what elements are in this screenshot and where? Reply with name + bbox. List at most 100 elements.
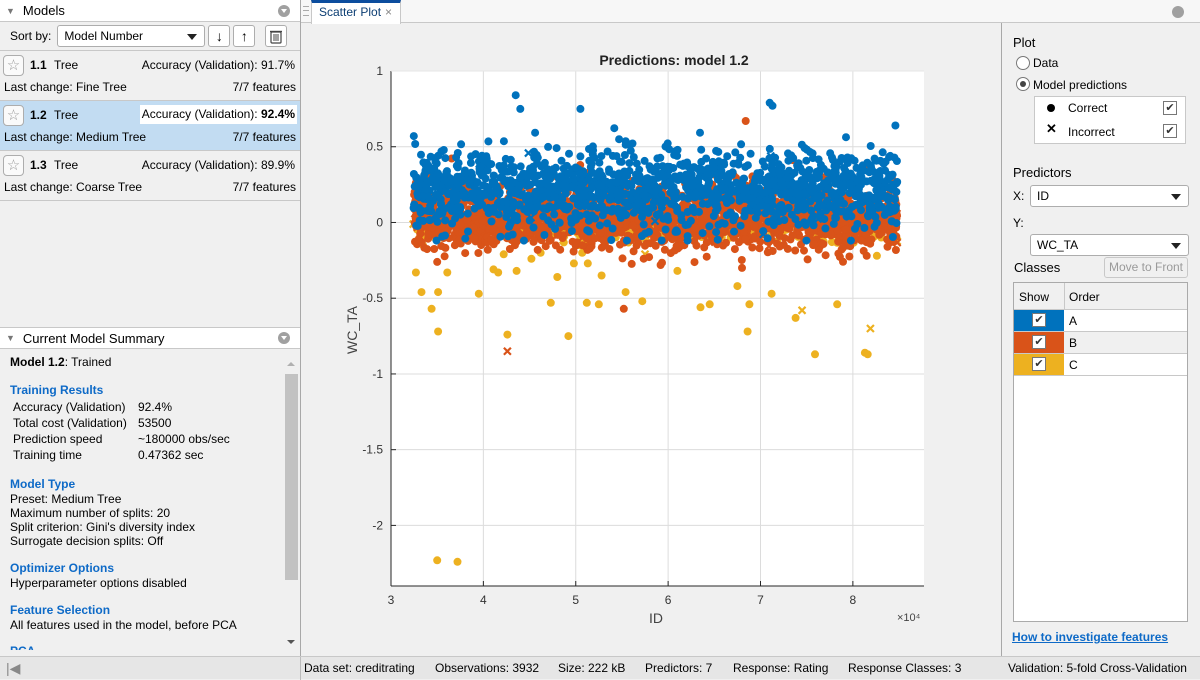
data-point-b bbox=[556, 245, 565, 254]
first-page-icon[interactable]: |◀ bbox=[6, 660, 20, 677]
optimizer-heading: Optimizer Options bbox=[10, 561, 115, 575]
scroll-down-icon[interactable] bbox=[287, 640, 295, 644]
model-item-1-3[interactable]: ☆ 1.3 Tree Accuracy (Validation): 89.9% … bbox=[0, 151, 300, 201]
correct-marker-icon bbox=[1047, 104, 1055, 112]
training-result-row: Prediction speed ~180000 obs/sec bbox=[13, 432, 230, 446]
scatter-chart[interactable]: Predictions: model 1.2 3 4 5 6 7 8 1 0.5 0 -0.5 -1… bbox=[301, 0, 1001, 656]
x-predictor-dropdown[interactable]: ID bbox=[1030, 185, 1189, 207]
data-point-b bbox=[863, 237, 872, 246]
data-point-a bbox=[763, 234, 772, 243]
feature-selection-line: All features used in the model, before P… bbox=[10, 618, 237, 632]
data-point-c bbox=[434, 288, 443, 297]
class-show-checkbox[interactable]: ✔ bbox=[1032, 357, 1046, 371]
data-point-a bbox=[461, 234, 470, 243]
data-point-b bbox=[433, 257, 442, 266]
incorrect-checkbox[interactable]: ✔ bbox=[1163, 124, 1177, 138]
data-point-a bbox=[441, 216, 450, 225]
panel-menu-icon[interactable] bbox=[278, 4, 290, 17]
delete-model-button[interactable] bbox=[265, 25, 288, 47]
data-point-a bbox=[892, 157, 901, 165]
status-response-classes: Response Classes: 3 bbox=[848, 661, 962, 675]
how-to-investigate-link[interactable]: How to investigate features bbox=[1012, 630, 1168, 644]
model-item-1-1[interactable]: ☆ 1.1 Tree Accuracy (Validation): 91.7% … bbox=[0, 51, 300, 101]
data-point-c bbox=[512, 266, 521, 275]
sort-descending-button[interactable]: ↓ bbox=[208, 25, 231, 47]
data-point-a bbox=[853, 175, 861, 184]
data-point-a bbox=[549, 184, 558, 192]
data-point-b bbox=[730, 245, 739, 254]
data-point-a bbox=[628, 188, 637, 197]
class-name: A bbox=[1069, 314, 1078, 328]
data-point-a bbox=[639, 220, 648, 229]
class-row-a[interactable]: ✔ A bbox=[1014, 310, 1187, 332]
class-row-b[interactable]: ✔ B bbox=[1014, 332, 1187, 354]
data-point-a bbox=[743, 161, 752, 170]
data-point-a bbox=[533, 153, 542, 162]
data-point-c bbox=[696, 303, 705, 312]
panel-menu-icon[interactable] bbox=[278, 332, 290, 344]
move-to-front-button[interactable]: Move to Front bbox=[1104, 257, 1188, 278]
scroll-up-icon[interactable] bbox=[287, 362, 295, 366]
class-row-c[interactable]: ✔ C bbox=[1014, 354, 1187, 376]
radio-model-predictions[interactable] bbox=[1016, 77, 1030, 91]
data-point-b bbox=[533, 245, 542, 254]
sort-bar: Sort by: Model Number ↓ ↑ bbox=[0, 22, 300, 51]
data-point-c bbox=[503, 330, 512, 339]
data-point-a bbox=[657, 203, 666, 212]
collapse-triangle-icon[interactable]: ▼ bbox=[6, 6, 15, 16]
data-point-c bbox=[569, 259, 578, 268]
data-point-b bbox=[440, 252, 449, 261]
data-point-a bbox=[544, 142, 553, 151]
data-point-b bbox=[619, 304, 628, 313]
data-point-a bbox=[516, 104, 525, 113]
data-point-b bbox=[891, 246, 900, 254]
collapse-triangle-icon[interactable]: ▼ bbox=[6, 333, 15, 343]
data-point-a bbox=[516, 173, 524, 182]
data-point-b bbox=[456, 220, 465, 229]
x-axis-label: ID bbox=[649, 610, 663, 626]
star-icon[interactable]: ☆ bbox=[3, 55, 24, 76]
radio-data[interactable] bbox=[1016, 56, 1030, 70]
sort-by-dropdown[interactable]: Model Number bbox=[57, 25, 206, 47]
star-icon[interactable]: ☆ bbox=[3, 105, 24, 126]
data-point-a bbox=[622, 236, 631, 245]
panel-menu-icon[interactable] bbox=[1172, 6, 1184, 18]
data-point-b bbox=[585, 244, 594, 253]
data-point-a bbox=[863, 158, 872, 167]
data-point-a bbox=[694, 175, 703, 184]
data-point-a bbox=[842, 133, 850, 142]
class-show-checkbox[interactable]: ✔ bbox=[1032, 313, 1046, 327]
data-point-a bbox=[607, 236, 616, 244]
data-point-a bbox=[531, 128, 540, 137]
data-point-a bbox=[809, 221, 818, 230]
data-point-c bbox=[453, 557, 462, 566]
data-point-a bbox=[653, 154, 662, 163]
data-point-a bbox=[632, 159, 641, 168]
data-point-a bbox=[525, 181, 534, 189]
data-point-b bbox=[646, 239, 655, 248]
sort-ascending-button[interactable]: ↑ bbox=[233, 25, 256, 47]
summary-scrollbar[interactable] bbox=[284, 352, 298, 648]
status-observations: Observations: 3932 bbox=[435, 661, 540, 675]
data-point-c bbox=[743, 327, 752, 336]
data-point-a bbox=[876, 175, 885, 184]
y-predictor-dropdown[interactable]: WC_TA bbox=[1030, 234, 1189, 256]
data-point-a bbox=[487, 217, 496, 226]
data-point-a bbox=[631, 176, 639, 184]
data-point-a bbox=[598, 189, 607, 197]
model-number: 1.2 bbox=[30, 108, 47, 122]
star-icon[interactable]: ☆ bbox=[3, 155, 24, 176]
models-panel-header: ▼ Models bbox=[0, 0, 300, 22]
data-point-a bbox=[793, 206, 802, 215]
data-point-a bbox=[639, 175, 648, 184]
model-accuracy: Accuracy (Validation): 91.7% bbox=[141, 58, 295, 72]
data-point-a bbox=[585, 227, 593, 236]
model-item-1-2[interactable]: ☆ 1.2 Tree Accuracy (Validation): 92.4% … bbox=[0, 101, 300, 151]
data-point-a bbox=[667, 177, 675, 186]
data-point-a bbox=[865, 168, 874, 177]
data-point-a bbox=[691, 189, 700, 198]
scrollbar-thumb[interactable] bbox=[285, 374, 298, 580]
correct-checkbox[interactable]: ✔ bbox=[1163, 101, 1177, 115]
data-point-a bbox=[876, 156, 885, 165]
class-show-checkbox[interactable]: ✔ bbox=[1032, 335, 1046, 349]
